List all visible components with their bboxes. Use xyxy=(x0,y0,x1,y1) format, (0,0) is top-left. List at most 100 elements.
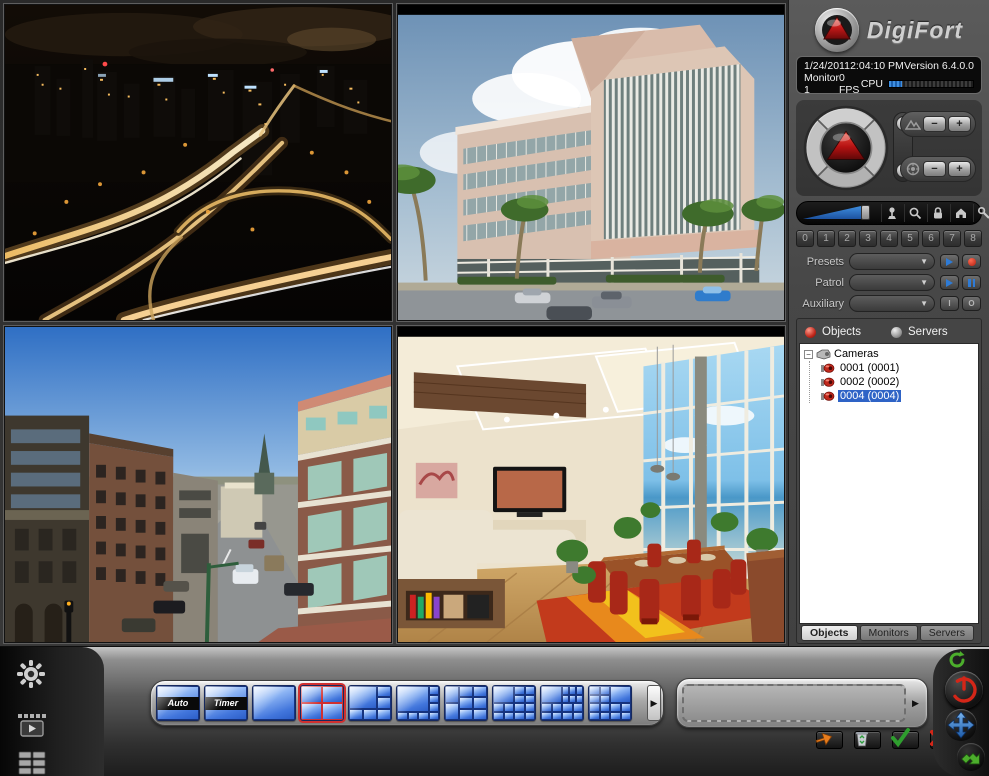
patrol-play-button[interactable] xyxy=(940,275,959,290)
camera-tree-item[interactable]: 0004 (0004) xyxy=(810,389,976,403)
iris-plus-button[interactable]: + xyxy=(948,161,971,177)
layout-cell xyxy=(473,686,487,697)
camera-view-night-city[interactable] xyxy=(4,4,392,321)
camera-item-label: 0004 (0004) xyxy=(838,390,901,402)
camera-icon xyxy=(820,390,835,402)
layout-cell xyxy=(349,709,363,720)
layout-cell xyxy=(514,695,525,704)
preset-number-button-1[interactable]: 1 xyxy=(817,230,835,247)
preset-number-button-5[interactable]: 5 xyxy=(901,230,919,247)
delete-mosaic-button[interactable] xyxy=(854,731,881,749)
power-button[interactable] xyxy=(945,671,983,709)
dropzone-scroll-right-button[interactable]: ▶ xyxy=(909,685,922,721)
video-grid xyxy=(0,0,788,646)
iris-control-group: − + xyxy=(900,156,976,182)
layout-button-single[interactable] xyxy=(252,685,296,721)
move-view-button[interactable] xyxy=(945,709,977,741)
ptz-joystick xyxy=(802,104,890,192)
preset-number-button-7[interactable]: 7 xyxy=(943,230,961,247)
patrol-dropdown[interactable]: ▼ xyxy=(849,274,935,291)
lock-ptz-button[interactable] xyxy=(927,204,948,222)
camera-view-building[interactable] xyxy=(397,4,785,321)
left-tool-strip xyxy=(0,647,104,776)
preset-number-button-6[interactable]: 6 xyxy=(922,230,940,247)
layout-cell xyxy=(459,686,473,697)
joystick-mode-button[interactable] xyxy=(881,204,902,222)
iris-minus-button[interactable]: − xyxy=(923,161,946,177)
layout-cell xyxy=(301,686,322,703)
media-player-button[interactable] xyxy=(16,713,48,739)
focus-plus-button[interactable]: + xyxy=(948,116,971,132)
aux-off-button[interactable]: O xyxy=(962,296,981,311)
preset-number-button-3[interactable]: 3 xyxy=(859,230,877,247)
gear-icon xyxy=(16,659,46,689)
bottom-tab-monitors[interactable]: Monitors xyxy=(860,625,918,641)
time-label: 2:04:10 PM xyxy=(850,60,904,72)
camera-view-interior[interactable] xyxy=(397,326,785,643)
auxiliary-dropdown[interactable]: ▼ xyxy=(849,295,935,312)
tab-objects[interactable]: Objects xyxy=(805,326,887,338)
expander-icon[interactable]: − xyxy=(804,350,813,359)
layout-button-1-plus-12-right[interactable] xyxy=(588,685,632,721)
brand-name: DigiFort xyxy=(867,17,963,44)
camera-icon xyxy=(820,376,835,388)
tab-servers[interactable]: Servers xyxy=(891,326,973,338)
patrol-pause-button[interactable] xyxy=(962,275,981,290)
layout-button-1-plus-14[interactable] xyxy=(540,685,584,721)
bottom-tab-objects[interactable]: Objects xyxy=(801,625,858,641)
preset-record-button[interactable] xyxy=(962,254,981,269)
refresh-button[interactable] xyxy=(947,650,967,670)
presets-dropdown[interactable]: ▼ xyxy=(849,253,935,270)
aux-on-button[interactable]: I xyxy=(940,296,959,311)
layout-button-auto[interactable]: Auto xyxy=(156,685,200,721)
camera-tree-item[interactable]: 0002 (0002) xyxy=(810,375,976,389)
settings-button[interactable] xyxy=(16,659,46,689)
minimize-button[interactable] xyxy=(957,743,985,771)
ptz-settings-button[interactable] xyxy=(973,204,989,222)
layout-cell xyxy=(408,712,419,721)
layout-button-1-plus-12[interactable] xyxy=(492,685,536,721)
layout-cell xyxy=(576,695,583,704)
layout-cell xyxy=(301,703,322,720)
preset-number-row: 012345678 xyxy=(796,230,982,247)
layout-cell xyxy=(562,695,569,704)
layout-cell xyxy=(610,686,631,703)
tree-root-cameras[interactable]: − Cameras xyxy=(802,347,976,361)
zoom-tool-button[interactable] xyxy=(904,204,925,222)
layout-cell xyxy=(322,686,343,703)
layout-cell xyxy=(377,686,391,697)
layout-cell xyxy=(573,712,584,721)
media-player-icon xyxy=(16,713,48,739)
tab-servers-label: Servers xyxy=(908,326,948,338)
control-panel: DigiFort 1/24/2011 2:04:10 PM Version 6.… xyxy=(788,0,989,646)
move-mosaic-button[interactable] xyxy=(816,731,843,749)
preset-number-button-8[interactable]: 8 xyxy=(964,230,982,247)
camera-item-label: 0001 (0001) xyxy=(838,362,901,374)
focus-minus-button[interactable]: − xyxy=(923,116,946,132)
layout-button-1-plus-5[interactable] xyxy=(348,685,392,721)
layout-cell xyxy=(504,703,515,712)
preset-go-button[interactable] xyxy=(940,254,959,269)
speed-slider-handle[interactable] xyxy=(861,205,870,220)
preset-number-button-4[interactable]: 4 xyxy=(880,230,898,247)
apply-mosaic-button[interactable] xyxy=(892,731,919,749)
layout-button-1-plus-7[interactable] xyxy=(396,685,440,721)
layout-button-quad-2x2[interactable] xyxy=(300,685,344,721)
bottom-tab-servers[interactable]: Servers xyxy=(920,625,974,641)
preset-number-button-0[interactable]: 0 xyxy=(796,230,814,247)
mosaic-dropzone-area[interactable] xyxy=(682,684,906,722)
layout-scroll-right-button[interactable]: ▶ xyxy=(647,685,661,721)
layout-button-2-plus-6[interactable] xyxy=(444,685,488,721)
cpu-label: CPU xyxy=(861,78,883,90)
layout-button-timer[interactable]: Timer xyxy=(204,685,248,721)
layout-cell xyxy=(349,686,377,709)
matrix-view-button[interactable] xyxy=(18,751,46,775)
status-row-2: Monitor 1 0 FPS CPU xyxy=(804,72,974,96)
layout-cell xyxy=(541,703,552,712)
home-position-button[interactable] xyxy=(950,204,971,222)
camera-view-street[interactable] xyxy=(4,326,392,643)
preset-number-button-2[interactable]: 2 xyxy=(838,230,856,247)
ptz-speed-slider[interactable] xyxy=(803,205,879,221)
presets-row: Presets ▼ xyxy=(796,253,982,270)
camera-tree-item[interactable]: 0001 (0001) xyxy=(810,361,976,375)
